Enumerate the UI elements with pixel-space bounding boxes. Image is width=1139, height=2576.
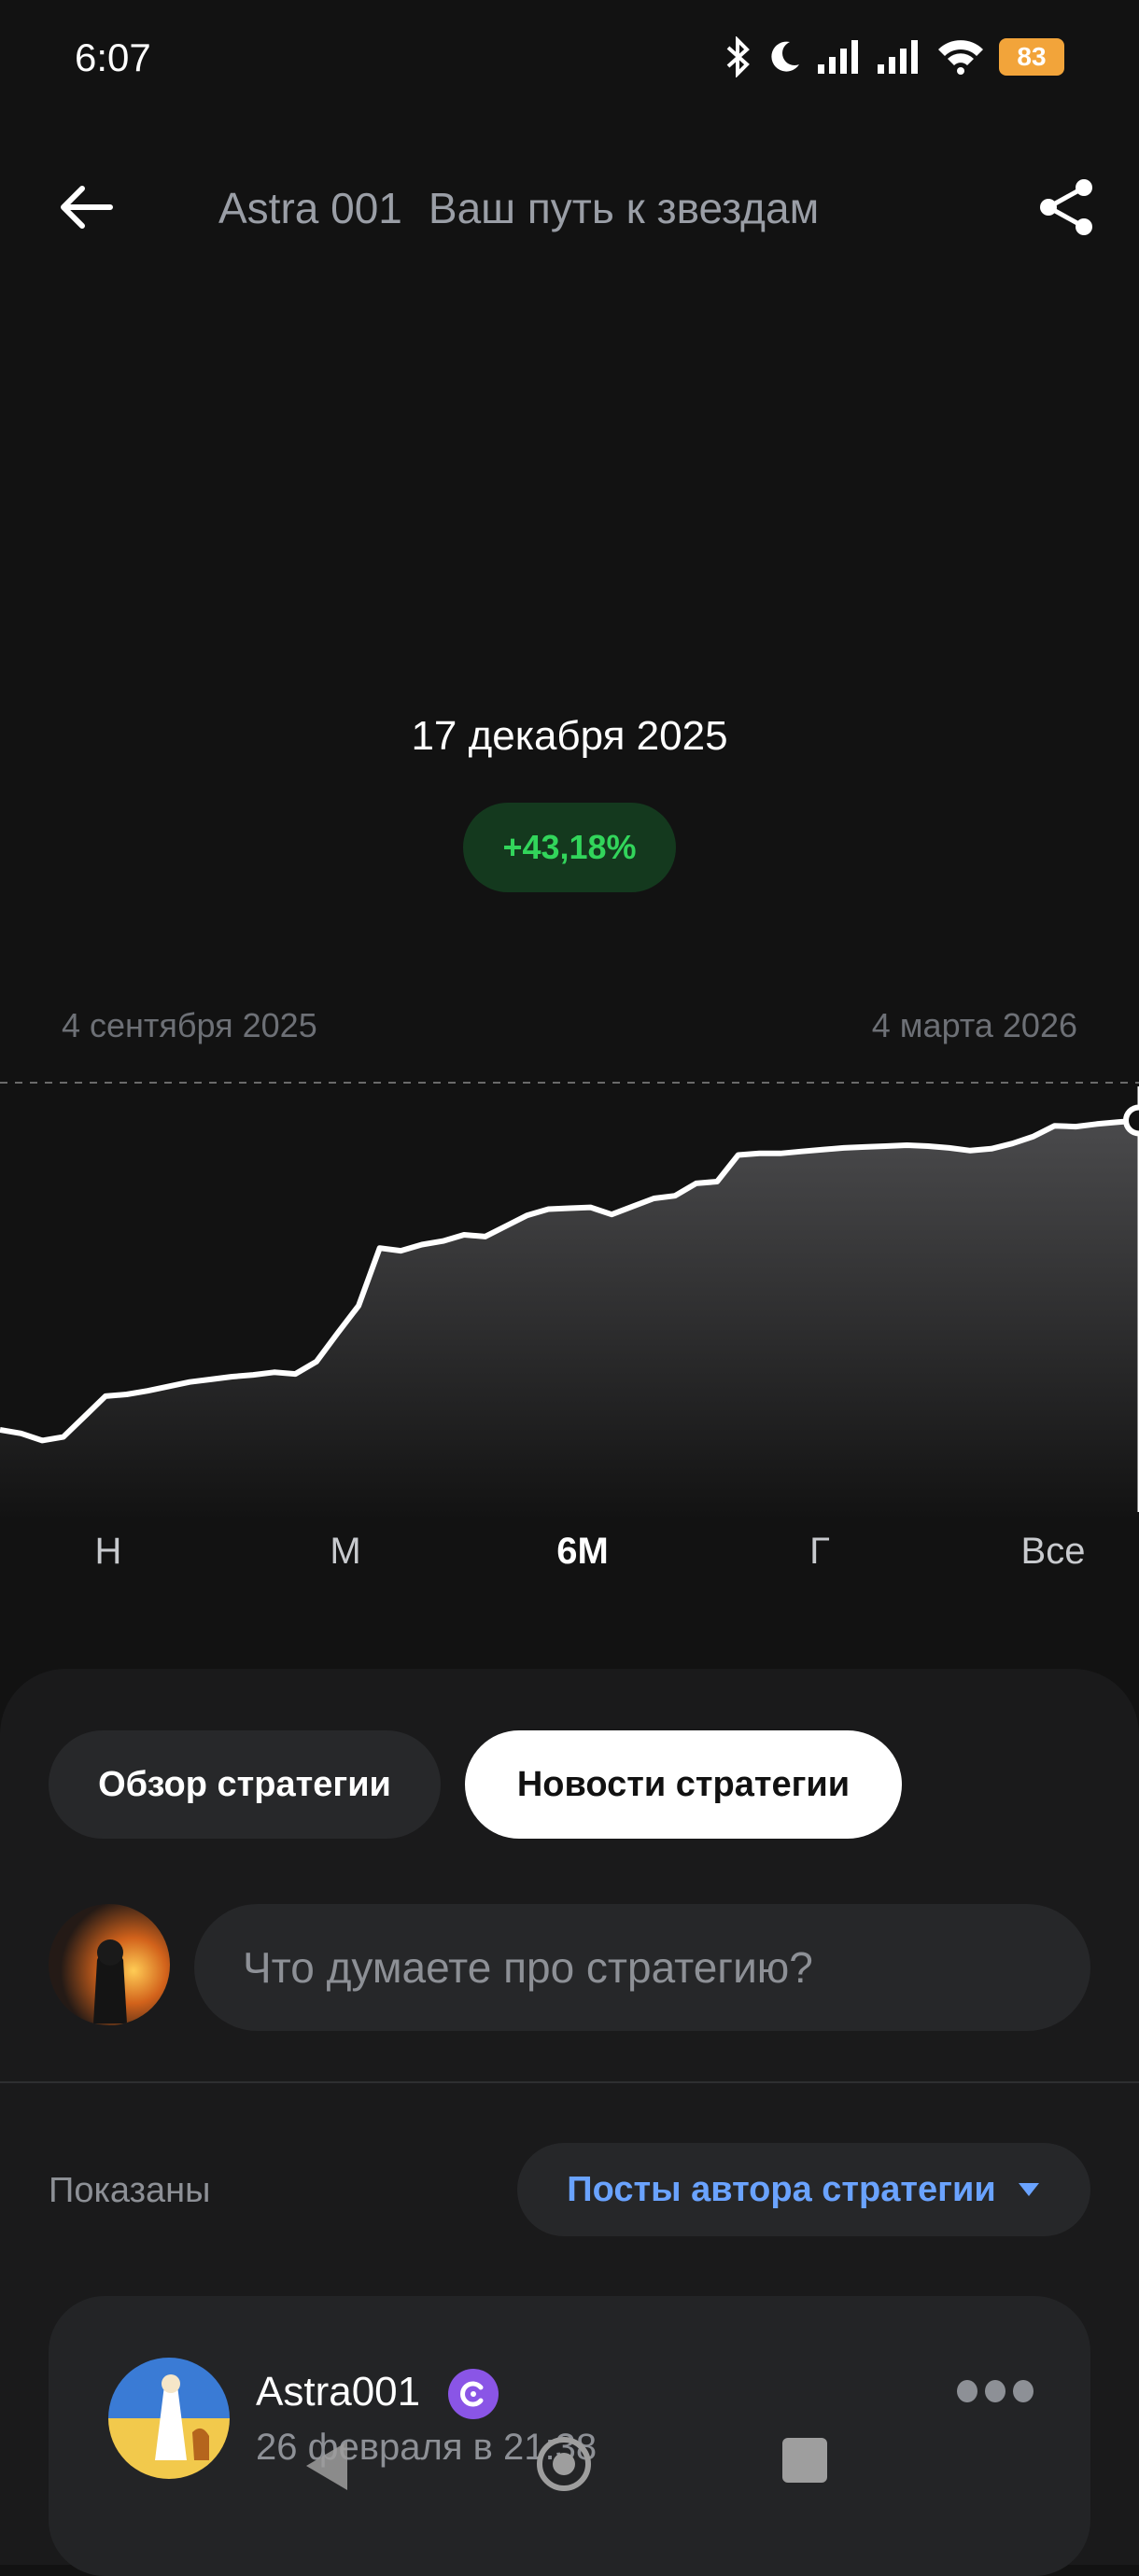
period-selector: Н М 6М Г Все [0, 1531, 1139, 1596]
strategy-name: Ваш путь к звездам [428, 184, 820, 232]
author-avatar-image [108, 2358, 230, 2479]
return-chart[interactable] [0, 1073, 1139, 1521]
post-more-button[interactable] [956, 2374, 1034, 2408]
nav-back-icon[interactable] [301, 2438, 351, 2494]
chart-selected-point[interactable] [1123, 1104, 1139, 1137]
signal-icon [818, 40, 858, 74]
range-start-label: 4 сентября 2025 [62, 1006, 317, 1044]
signal-icon [878, 40, 918, 74]
more-dots-icon [957, 2380, 1034, 2402]
caret-down-icon [1018, 2183, 1039, 2196]
wifi-icon [938, 40, 983, 75]
share-button[interactable] [1031, 172, 1102, 243]
author-avatar[interactable] [108, 2358, 230, 2479]
avatar-image [49, 1904, 170, 2025]
page-title: Astra 001 Ваш путь к звездам [218, 183, 819, 233]
nav-home-icon[interactable] [534, 2434, 594, 2494]
return-value: +43,18% [502, 828, 637, 866]
range-end-label: 4 марта 2026 [871, 1006, 1077, 1044]
verified-badge-icon [448, 2369, 499, 2419]
posts-filter-dropdown[interactable]: Посты автора стратегии [517, 2143, 1090, 2236]
battery-icon: 83 [999, 38, 1064, 76]
comment-input[interactable]: Что думаете про стратегию? [194, 1904, 1090, 2031]
tooltip-date: 17 декабря 2025 [411, 713, 728, 759]
strategy-code: Astra 001 [218, 184, 402, 232]
moon-icon [771, 41, 799, 72]
status-time: 6:07 [75, 35, 151, 79]
arrow-left-icon [61, 186, 113, 229]
period-month[interactable]: М [289, 1531, 401, 1573]
return-badge: +43,18% [463, 803, 676, 892]
period-week[interactable]: Н [52, 1531, 164, 1573]
period-year[interactable]: Г [764, 1531, 876, 1573]
share-icon [1040, 179, 1092, 235]
shown-label: Показаны [49, 2171, 211, 2210]
filter-value: Посты автора стратегии [567, 2169, 996, 2209]
comment-placeholder: Что думаете про стратегию? [243, 1943, 813, 1992]
bluetooth-icon [726, 36, 750, 77]
user-avatar[interactable] [49, 1904, 170, 2025]
battery-level: 83 [1017, 42, 1047, 71]
status-icons: 83 [724, 34, 1064, 80]
period-6m[interactable]: 6М [527, 1531, 639, 1573]
chart-area [0, 1120, 1139, 1521]
nav-recent-icon[interactable] [782, 2438, 827, 2483]
tab-strategy-news[interactable]: Новости стратегии [465, 1730, 902, 1839]
post-author-name[interactable]: Astra001 [256, 2369, 420, 2415]
back-button[interactable] [52, 174, 120, 241]
tab-strategy-overview[interactable]: Обзор стратегии [49, 1730, 441, 1839]
period-all[interactable]: Все [997, 1531, 1109, 1573]
divider [0, 2081, 1139, 2083]
